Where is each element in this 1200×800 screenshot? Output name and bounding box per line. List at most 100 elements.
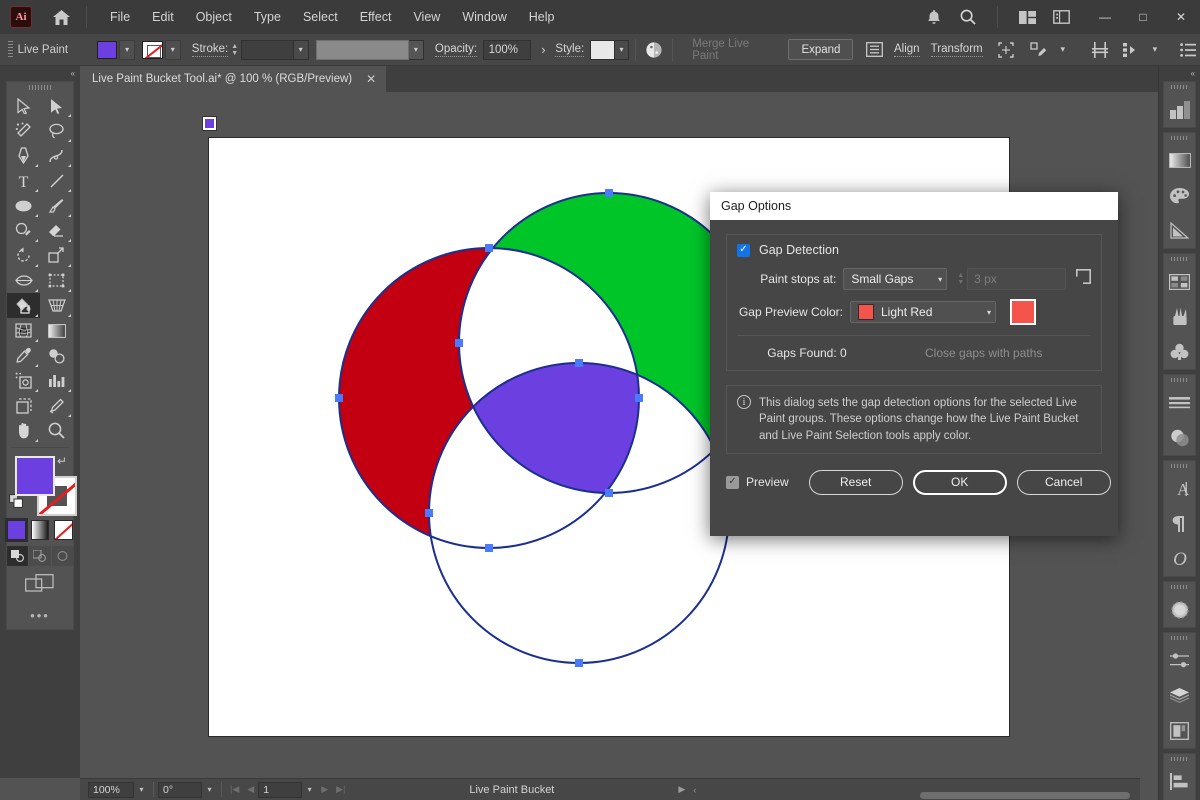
gap-preview-color-swatch[interactable] <box>1010 299 1036 325</box>
stroke-profile-dropdown[interactable]: ▾ <box>408 39 424 60</box>
graphic-style-swatch[interactable] <box>589 39 615 60</box>
opentype-icon[interactable]: O <box>1164 541 1195 576</box>
dock-group-grip[interactable] <box>1164 461 1195 471</box>
stroke-weight-dropdown[interactable]: ▾ <box>293 39 309 60</box>
align-label[interactable]: Align <box>894 43 920 57</box>
graphic-styles-icon[interactable] <box>1164 643 1195 678</box>
draw-behind-button[interactable] <box>29 546 51 566</box>
dock-group-grip[interactable] <box>1164 254 1195 264</box>
eyedropper-tool[interactable] <box>7 343 40 368</box>
workspace-icon[interactable] <box>1010 0 1044 34</box>
menu-item-object[interactable]: Object <box>185 5 243 29</box>
gap-detection-checkbox[interactable]: ✓ <box>737 243 750 257</box>
gradient-tool[interactable] <box>40 318 73 343</box>
horizontal-scroll-thumb[interactable] <box>920 792 1130 799</box>
scale-tool[interactable] <box>40 243 73 268</box>
stroke-color-dropdown[interactable]: ▾ <box>164 39 181 60</box>
properties-icon[interactable] <box>1164 92 1195 127</box>
document-tab[interactable]: Live Paint Bucket Tool.ai* @ 100 % (RGB/… <box>80 66 387 92</box>
dock-group-grip[interactable] <box>1164 82 1195 92</box>
dock-group-grip[interactable] <box>1164 133 1195 143</box>
paintbrush-tool[interactable] <box>40 193 73 218</box>
preview-checkbox[interactable]: ✓ <box>726 475 739 489</box>
direct-selection-tool[interactable] <box>40 93 73 118</box>
transparency-icon[interactable] <box>1164 420 1195 455</box>
transform-label[interactable]: Transform <box>930 43 983 57</box>
menu-item-file[interactable]: File <box>99 5 141 29</box>
dock-group-grip[interactable] <box>1164 582 1195 592</box>
fill-swatch-large[interactable] <box>15 456 55 496</box>
align-icon[interactable] <box>1164 764 1195 799</box>
gap-preview-select[interactable]: Light Red ▾ <box>850 301 996 323</box>
expand-button[interactable]: Expand <box>788 39 854 60</box>
color-mode-button[interactable] <box>5 518 28 542</box>
zoom-dropdown-icon[interactable]: ▾ <box>134 782 149 798</box>
shaper-tool[interactable] <box>7 218 40 243</box>
edit-toolbar-button[interactable]: ••• <box>7 608 73 623</box>
document-setup-icon[interactable] <box>863 38 887 62</box>
minimize-button[interactable]: — <box>1086 0 1124 34</box>
menu-item-window[interactable]: Window <box>451 5 517 29</box>
character-icon[interactable]: A <box>1164 471 1195 506</box>
color-guide-icon[interactable] <box>1164 213 1195 248</box>
chevron-down-icon[interactable]: ▾ <box>1051 38 1075 62</box>
live-paint-bucket-tool[interactable] <box>7 293 40 318</box>
dock-group-grip[interactable] <box>1164 375 1195 385</box>
menu-item-help[interactable]: Help <box>518 5 566 29</box>
layers-icon[interactable] <box>1164 678 1195 713</box>
menu-item-type[interactable]: Type <box>243 5 292 29</box>
options-list-icon[interactable] <box>1176 38 1200 62</box>
dialog-title-bar[interactable]: Gap Options <box>710 192 1118 220</box>
toolbar-collapse-button[interactable]: « <box>0 66 80 81</box>
close-button[interactable]: ✕ <box>1162 0 1200 34</box>
symbols-icon[interactable] <box>1164 334 1195 369</box>
stroke-profile-field[interactable] <box>315 39 409 60</box>
swap-fill-stroke-icon[interactable]: ↵ <box>57 454 67 468</box>
paint-stops-select[interactable]: Small Gaps ▾ <box>843 268 948 290</box>
pen-tool[interactable] <box>7 143 40 168</box>
menu-item-select[interactable]: Select <box>292 5 349 29</box>
preview-row[interactable]: ✓ Preview <box>726 475 789 489</box>
maximize-button[interactable]: □ <box>1124 0 1162 34</box>
eraser-tool[interactable] <box>40 218 73 243</box>
stroke-weight-field[interactable] <box>241 39 294 60</box>
draw-normal-button[interactable] <box>7 546 29 566</box>
search-icon[interactable] <box>951 0 985 34</box>
graphic-style-dropdown[interactable]: ▾ <box>614 39 630 60</box>
rotate-tool[interactable] <box>7 243 40 268</box>
symbol-sprayer-tool[interactable] <box>7 368 40 393</box>
artboard-tool[interactable] <box>7 393 40 418</box>
brushes-icon[interactable] <box>1164 299 1195 334</box>
pen-options-icon[interactable] <box>1027 38 1051 62</box>
paragraph-icon[interactable] <box>1164 506 1195 541</box>
cancel-button[interactable]: Cancel <box>1016 469 1111 495</box>
stroke-color-swatch[interactable] <box>142 40 163 59</box>
zoom-tool[interactable] <box>40 418 73 443</box>
transform-each-icon[interactable] <box>994 38 1018 62</box>
menu-item-view[interactable]: View <box>402 5 451 29</box>
dock-group-grip[interactable] <box>1164 633 1195 643</box>
opacity-field[interactable]: 100% <box>482 39 532 60</box>
hand-tool[interactable] <box>7 418 40 443</box>
magic-wand-tool[interactable] <box>7 118 40 143</box>
home-icon[interactable] <box>48 4 74 30</box>
recolor-icon[interactable] <box>642 38 666 62</box>
swatches-icon[interactable] <box>1164 178 1195 213</box>
opacity-label[interactable]: Opacity: <box>434 43 478 57</box>
gap-detection-row[interactable]: ✓ Gap Detection <box>737 243 1091 257</box>
menu-item-effect[interactable]: Effect <box>349 5 403 29</box>
custom-gap-icon[interactable] <box>1076 269 1091 289</box>
reset-button[interactable]: Reset <box>808 469 903 495</box>
slice-tool[interactable] <box>40 393 73 418</box>
draw-inside-button[interactable] <box>51 546 73 566</box>
panel-icon[interactable] <box>1044 0 1078 34</box>
menu-item-edit[interactable]: Edit <box>141 5 185 29</box>
lasso-tool[interactable] <box>40 118 73 143</box>
stroke-label[interactable]: Stroke: <box>191 43 229 57</box>
align-dropdown-icon[interactable]: ▾ <box>1143 38 1167 62</box>
close-icon[interactable]: ✕ <box>366 72 376 86</box>
stroke-icon[interactable] <box>1164 385 1195 420</box>
style-label[interactable]: Style: <box>555 43 585 57</box>
artboards-icon[interactable] <box>1164 713 1195 748</box>
gap-options-dialog[interactable]: Gap Options ✓ Gap Detection Paint stops … <box>710 192 1118 536</box>
